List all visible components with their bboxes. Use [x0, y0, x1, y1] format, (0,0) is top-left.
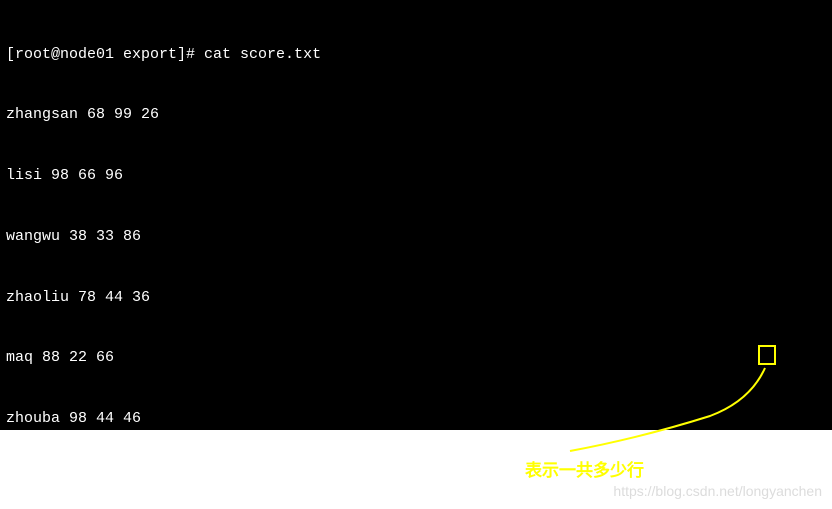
file-line-5: maq 88 22 66: [6, 348, 826, 368]
file-line-6: zhouba 98 44 46: [6, 409, 826, 429]
command-cat: cat score.txt: [204, 46, 321, 63]
file-line-3: wangwu 38 33 86: [6, 227, 826, 247]
file-line-1: zhangsan 68 99 26: [6, 105, 826, 125]
cmd-line-1: [root@node01 export]# cat score.txt: [6, 45, 826, 65]
annotation-label: 表示一共多少行: [525, 456, 644, 481]
mouse-cursor-icon: [133, 490, 151, 509]
file-line-4: zhaoliu 78 44 36: [6, 288, 826, 308]
watermark-text: https://blog.csdn.net/longyanchen: [613, 483, 822, 499]
file-line-2: lisi 98 66 96: [6, 166, 826, 186]
prompt: [root@node01 export]#: [6, 46, 204, 63]
terminal-window[interactable]: [root@node01 export]# cat score.txt zhan…: [0, 0, 832, 430]
